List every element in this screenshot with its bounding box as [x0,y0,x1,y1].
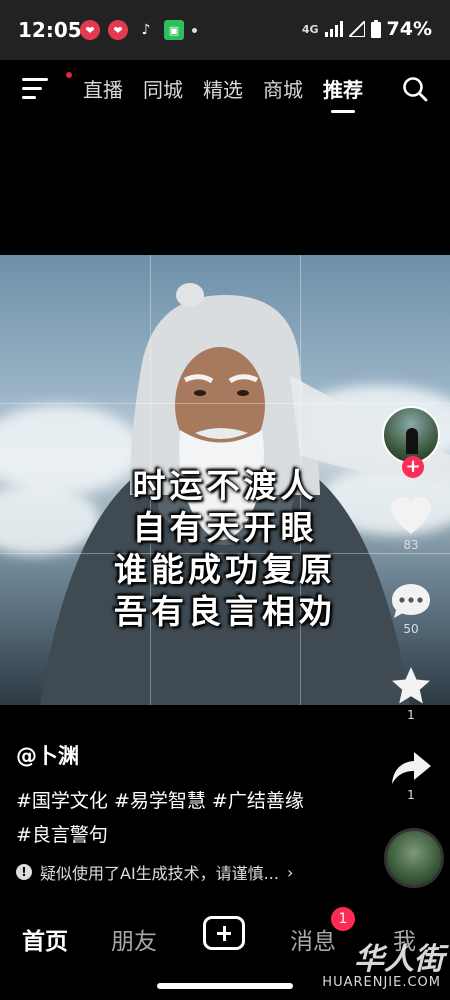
tiktok-icon: ♪ [141,22,151,38]
follow-button[interactable]: + [402,456,424,478]
tab-nearby[interactable]: 同城 [143,74,183,103]
author-name[interactable]: @卜渊 [16,740,386,770]
star-icon [392,667,430,704]
signal-icon [324,21,343,37]
post-info: @卜渊 #国学文化 #易学智慧 #广结善缘 #良言警句 ! 疑似使用了AI生成技… [16,740,386,884]
favorite-count: 1 [407,708,415,722]
ai-generated-notice[interactable]: ! 疑似使用了AI生成技术，请谨慎... › [16,860,386,884]
warning-icon: ! [16,864,32,880]
tab-mall[interactable]: 商城 [263,74,303,103]
poem-line: 自有天开眼 [132,508,318,547]
green-app-icon: ▣ [164,20,184,40]
poem-line: 谁能成功复原 [114,550,336,589]
status-right: 4G 74% [302,18,432,40]
poem-caption: 时运不渡人 自有天开眼 谁能成功复原 吾有良言相劝 [60,465,390,633]
like-button[interactable]: 83 [380,496,442,552]
nav-friends[interactable]: 朋友 [111,922,157,956]
wifi-signal-icon [348,21,365,37]
favorite-button[interactable]: 1 [380,666,442,722]
feed-tabs: 直播 同城 精选 商城 推荐 [83,74,363,113]
heart-icon [391,497,431,534]
heart-app-icon: ❤ [80,20,100,40]
heart-app-icon: ❤ [108,20,128,40]
share-count: 1 [407,788,415,802]
like-count: 83 [403,538,419,552]
video-frame[interactable]: 时运不渡人 自有天开眼 谁能成功复原 吾有良言相劝 [0,255,450,705]
messages-badge: 1 [331,907,355,931]
poem-line: 吾有良言相劝 [114,592,336,631]
comment-count: 50 [403,622,419,636]
hashtags-line[interactable]: #良言警句 [16,818,386,852]
menu-icon[interactable] [22,78,48,105]
battery-percent: 74% [386,18,432,40]
battery-icon [370,20,381,38]
tab-featured[interactable]: 精选 [203,74,243,103]
comment-icon [392,584,430,618]
create-post-button[interactable] [203,916,245,950]
watermark-logo: 华人街 [354,942,444,977]
top-nav: 直播 同城 精选 商城 推荐 [0,62,450,114]
menu-notification-dot [66,72,72,78]
watermark-text: HUARENJIE.COM [319,975,444,990]
share-button[interactable]: 1 [380,750,442,802]
share-arrow-icon [392,752,431,784]
nav-home[interactable]: 首页 [22,922,68,956]
chevron-right-icon: › [286,862,294,882]
search-icon[interactable] [402,76,428,102]
poem-line: 时运不渡人 [132,466,318,505]
music-disc[interactable] [384,828,444,888]
home-indicator[interactable] [157,983,293,989]
status-bar: 12:05 ❤ ❤ ♪ ▣ 4G 74% [0,0,450,60]
notification-icons: ❤ ❤ ♪ ▣ [80,20,197,40]
grid-line [0,403,450,404]
hashtags-line[interactable]: #国学文化 #易学智慧 #广结善缘 [16,784,386,818]
tab-recommended[interactable]: 推荐 [323,74,363,113]
more-notifications-dot [192,27,197,33]
author-avatar-wrap: + [382,406,440,478]
status-time: 12:05 [18,18,82,42]
tab-live[interactable]: 直播 [83,74,123,103]
watermark: 华人街 HUARENJIE.COM [319,945,444,990]
comment-button[interactable]: 50 [380,582,442,636]
ai-notice-text: 疑似使用了AI生成技术，请谨慎... [40,864,279,883]
network-type: 4G [301,22,319,36]
